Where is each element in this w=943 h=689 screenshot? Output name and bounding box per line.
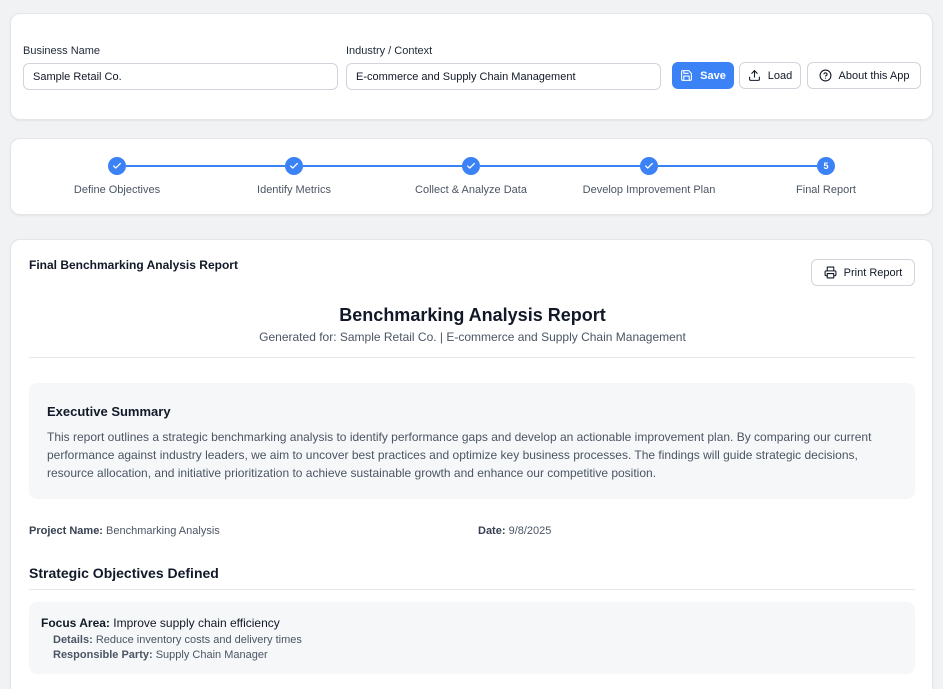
step-5-indicator[interactable]: 5 bbox=[817, 157, 835, 175]
load-button[interactable]: Load bbox=[739, 62, 801, 89]
step-1-label: Define Objectives bbox=[73, 184, 161, 196]
step-connector bbox=[480, 165, 648, 167]
step-3-label: Collect & Analyze Data bbox=[415, 184, 527, 196]
step-1-indicator[interactable] bbox=[108, 157, 126, 175]
check-icon bbox=[113, 162, 121, 169]
load-button-label: Load bbox=[767, 69, 793, 82]
printer-icon bbox=[824, 266, 837, 279]
business-name-input[interactable] bbox=[23, 63, 338, 90]
project-name: Project Name: Benchmarking Analysis bbox=[29, 525, 220, 537]
save-button[interactable]: Save bbox=[672, 62, 734, 89]
check-icon bbox=[645, 162, 653, 169]
date-label: Date: bbox=[478, 525, 506, 537]
step-connector bbox=[126, 165, 294, 167]
save-icon bbox=[681, 70, 693, 81]
details-value: Reduce inventory costs and delivery time… bbox=[95, 634, 302, 646]
help-circle-icon bbox=[819, 69, 831, 82]
project-name-value: Benchmarking Analysis bbox=[106, 525, 220, 537]
about-button[interactable]: About this App bbox=[807, 62, 921, 89]
divider bbox=[29, 357, 915, 358]
check-icon bbox=[290, 162, 298, 169]
details-label: Details: bbox=[53, 634, 93, 646]
progress-stepper: 5 Define Objectives Identify Metrics Col… bbox=[10, 138, 933, 215]
responsible-party-label: Responsible Party: bbox=[53, 649, 153, 661]
date-value: 9/8/2025 bbox=[508, 525, 552, 537]
executive-summary-text: This report outlines a strategic benchma… bbox=[47, 430, 872, 480]
objective-responsible-party: Responsible Party: Supply Chain Manager bbox=[53, 649, 268, 661]
business-info-card: Business Name Industry / Context Save Lo… bbox=[10, 13, 933, 120]
step-4-label: Develop Improvement Plan bbox=[582, 184, 716, 196]
step-connector bbox=[658, 165, 826, 167]
check-icon bbox=[467, 162, 475, 169]
print-report-label: Print Report bbox=[843, 266, 903, 279]
objective-details: Details: Reduce inventory costs and deli… bbox=[53, 634, 302, 646]
industry-label: Industry / Context bbox=[346, 45, 433, 57]
objectives-section-title: Strategic Objectives Defined bbox=[29, 565, 219, 581]
step-2-indicator[interactable] bbox=[285, 157, 303, 175]
step-2-label: Identify Metrics bbox=[257, 184, 331, 196]
upload-icon bbox=[748, 70, 760, 81]
save-button-label: Save bbox=[700, 69, 726, 82]
step-5-label: Final Report bbox=[796, 184, 856, 196]
responsible-party-value: Supply Chain Manager bbox=[155, 649, 268, 661]
objective-item: Focus Area: Improve supply chain efficie… bbox=[29, 602, 915, 674]
focus-value: Improve supply chain efficiency bbox=[113, 616, 280, 630]
report-subtitle: Generated for: Sample Retail Co. | E-com… bbox=[259, 330, 686, 344]
objective-focus: Focus Area: Improve supply chain efficie… bbox=[41, 616, 280, 630]
report-date: Date: 9/8/2025 bbox=[478, 525, 551, 537]
focus-label: Focus Area: bbox=[41, 616, 110, 630]
executive-summary-title: Executive Summary bbox=[47, 404, 171, 419]
print-report-button[interactable]: Print Report bbox=[811, 259, 915, 286]
step-connector bbox=[303, 165, 471, 167]
final-report-card: Final Benchmarking Analysis Report Print… bbox=[10, 239, 933, 689]
about-button-label: About this App bbox=[838, 69, 910, 82]
report-card-heading: Final Benchmarking Analysis Report bbox=[29, 258, 238, 272]
industry-input[interactable] bbox=[346, 63, 661, 90]
business-name-label: Business Name bbox=[23, 45, 101, 57]
executive-summary: Executive Summary This report outlines a… bbox=[29, 383, 915, 499]
step-3-indicator[interactable] bbox=[462, 157, 480, 175]
project-name-label: Project Name: bbox=[29, 525, 103, 537]
step-4-indicator[interactable] bbox=[640, 157, 658, 175]
report-title: Benchmarking Analysis Report bbox=[339, 305, 606, 325]
divider bbox=[29, 589, 915, 590]
